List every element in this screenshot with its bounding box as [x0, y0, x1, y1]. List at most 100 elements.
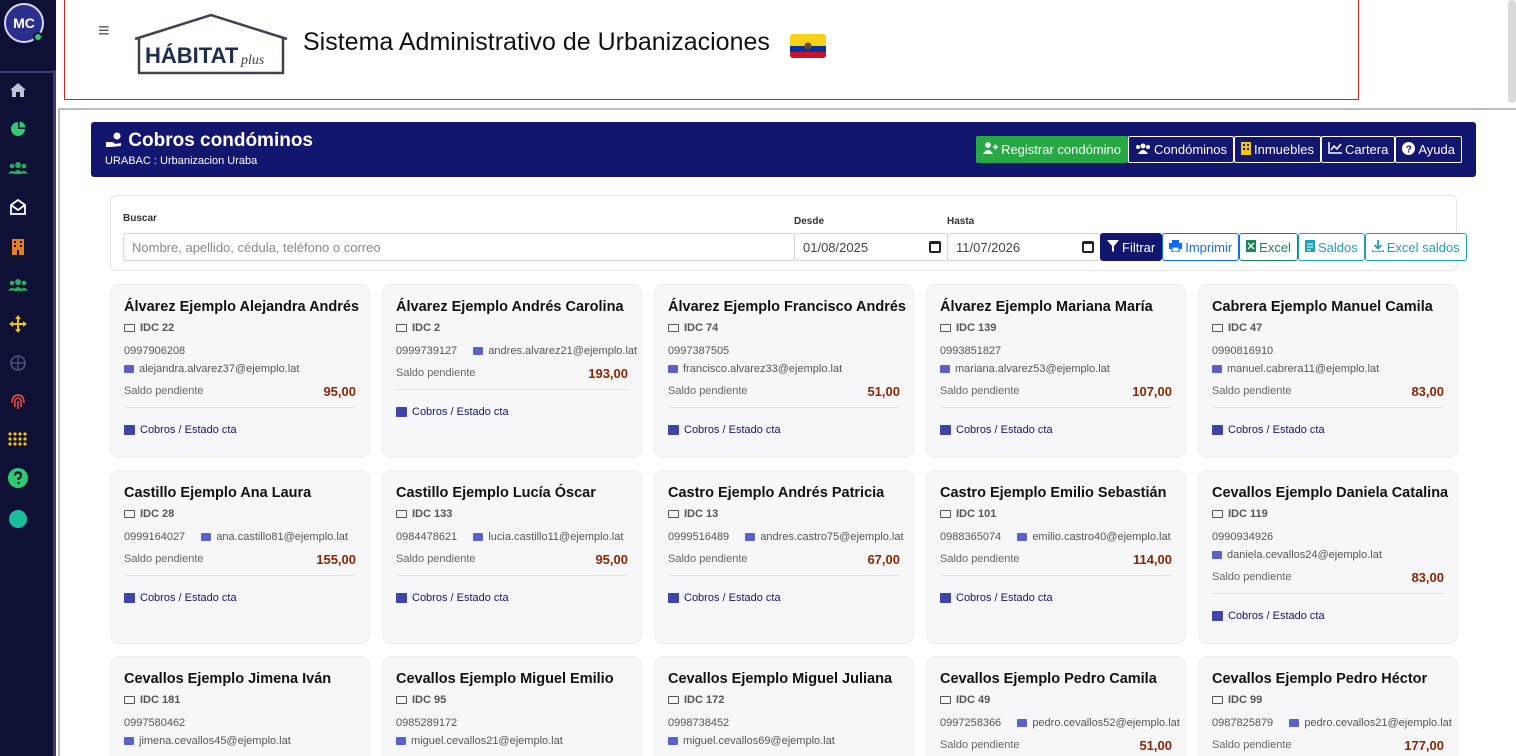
cobros-estado-label: Cobros / Estado cta: [684, 592, 781, 604]
excel-button[interactable]: Excel: [1239, 233, 1298, 261]
condomino-phone: 0985289172: [396, 717, 457, 729]
saldo-value: 155,00: [316, 552, 356, 567]
sidebar: MC: [0, 0, 56, 756]
envelope-icon: [940, 365, 950, 373]
envelope-icon: [1017, 533, 1028, 541]
saldos-button[interactable]: Saldos: [1297, 233, 1365, 261]
desde-date-input[interactable]: 01/08/2025: [794, 233, 948, 261]
ayuda-button[interactable]: ? Ayuda: [1395, 136, 1462, 163]
cash-register-icon: [668, 593, 679, 603]
idc-value: IDC 47: [1228, 322, 1263, 334]
email-value: miguel.cevallos21@ejemplo.lat: [411, 735, 563, 747]
cobros-estado-link[interactable]: Cobros / Estado cta: [668, 592, 781, 604]
app-header: ≡ HÁBITAT plus Sistema Administrativo de…: [64, 0, 1359, 100]
calendar-icon[interactable]: [929, 241, 941, 253]
idc-value: IDC 22: [140, 322, 175, 334]
cash-register-icon: [124, 593, 135, 603]
building-icon[interactable]: [8, 236, 28, 256]
fingerprint-icon[interactable]: [8, 391, 28, 411]
inmuebles-button[interactable]: Inmuebles: [1234, 136, 1321, 163]
saldo-label: Saldo pendiente: [940, 385, 1020, 397]
cash-register-icon: [1212, 611, 1223, 621]
condomino-contact: 0999164027 ana.castillo81@ejemplo.lat: [124, 531, 348, 543]
saldo-label: Saldo pendiente: [940, 553, 1020, 565]
cash-register-icon: [124, 425, 135, 435]
condomino-idc: IDC 2: [396, 322, 440, 334]
phone-value: 0990934926: [1212, 531, 1274, 543]
condomino-name: Álvarez Ejemplo Andrés Carolina: [396, 299, 624, 315]
cobros-estado-link[interactable]: Cobros / Estado cta: [124, 424, 237, 436]
condomino-idc: IDC 13: [668, 508, 718, 520]
status-dot-icon[interactable]: [8, 509, 28, 529]
condomino-card: Álvarez Ejemplo Mariana María IDC 139 0993…: [926, 284, 1186, 458]
register-condomino-button[interactable]: Registrar condómino: [976, 136, 1129, 163]
calendar-icon[interactable]: [1082, 241, 1094, 253]
cobros-estado-label: Cobros / Estado cta: [1228, 610, 1325, 622]
saldo-label: Saldo pendiente: [396, 553, 476, 565]
globe-icon[interactable]: [8, 353, 28, 373]
hand-coin-icon: [105, 131, 123, 154]
users-group-icon[interactable]: [8, 275, 28, 295]
condomino-idc: IDC 95: [396, 694, 446, 706]
condomino-idc: IDC 99: [1212, 694, 1262, 706]
cobros-estado-label: Cobros / Estado cta: [956, 592, 1053, 604]
search-input[interactable]: Nombre, apellido, cédula, teléfono o cor…: [123, 233, 795, 261]
cobros-estado-link[interactable]: Cobros / Estado cta: [396, 592, 509, 604]
cobros-estado-link[interactable]: Cobros / Estado cta: [1212, 610, 1325, 622]
cobros-estado-link[interactable]: Cobros / Estado cta: [940, 424, 1053, 436]
id-card-icon: [124, 696, 135, 704]
pie-chart-icon[interactable]: [8, 119, 28, 139]
condomino-contact: 0999516489 andres.castro75@ejemplo.lat: [668, 531, 904, 543]
condomino-idc: IDC 74: [668, 322, 718, 334]
email-value: emilio.castro40@ejemplo.lat: [1032, 531, 1171, 543]
condomino-name: Cevallos Ejemplo Pedro Camila: [940, 671, 1157, 687]
condomino-idc: IDC 28: [124, 508, 174, 520]
condomino-idc: IDC 47: [1212, 322, 1262, 334]
grid-dots-icon[interactable]: [8, 429, 28, 449]
id-card-icon: [1212, 510, 1223, 518]
cobros-estado-link[interactable]: Cobros / Estado cta: [940, 592, 1053, 604]
envelope-open-icon[interactable]: [8, 197, 28, 217]
imprimir-button[interactable]: Imprimir: [1162, 233, 1240, 261]
condominos-button[interactable]: Condóminos: [1128, 136, 1235, 163]
filtrar-button[interactable]: Filtrar: [1100, 233, 1163, 261]
condomino-idc: IDC 172: [668, 694, 724, 706]
envelope-icon: [745, 533, 756, 541]
home-icon[interactable]: [8, 80, 28, 100]
phone-value: 0999164027: [124, 531, 186, 543]
page-scrollbar[interactable]: [1508, 0, 1516, 103]
filtrar-label: Filtrar: [1122, 239, 1156, 255]
condomino-contact: 0988365074 emilio.castro40@ejemplo.lat: [940, 531, 1171, 543]
hasta-date-input[interactable]: 11/07/2026: [947, 233, 1101, 261]
download-icon: [1370, 239, 1385, 255]
condomino-card: Cevallos Ejemplo Jimena Iván IDC 181 09975…: [110, 656, 370, 756]
idc-value: IDC 181: [140, 694, 181, 706]
card-divider: [124, 575, 356, 576]
phone-value: 0993851827: [940, 345, 1002, 357]
cobros-estado-link[interactable]: Cobros / Estado cta: [1212, 424, 1325, 436]
cobros-estado-link[interactable]: Cobros / Estado cta: [668, 424, 781, 436]
condomino-phone: 0990816910: [1212, 345, 1273, 357]
file-excel-icon: [1246, 239, 1257, 255]
saldo-value: 83,00: [1411, 570, 1444, 585]
condomino-name: Castillo Ejemplo Ana Laura: [124, 485, 312, 501]
excel-saldos-button[interactable]: Excel saldos: [1364, 233, 1467, 261]
condomino-contact: 0999739127 andres.alvarez21@ejemplo.lat: [396, 345, 637, 357]
cartera-button[interactable]: Cartera: [1321, 136, 1396, 163]
idc-value: IDC 2: [412, 322, 441, 334]
menu-hamburger-icon[interactable]: ≡: [98, 20, 110, 43]
phone-value: 0997258366: [940, 717, 1002, 729]
email-value: andres.castro75@ejemplo.lat: [760, 531, 904, 543]
page-title: Cobros condóminos: [105, 130, 313, 154]
question-icon[interactable]: [8, 468, 28, 488]
saldo-value: 51,00: [867, 384, 900, 399]
arrows-move-icon[interactable]: [8, 314, 28, 334]
condomino-phone: 0998738452: [668, 717, 729, 729]
idc-value: IDC 49: [956, 694, 991, 706]
id-card-icon: [1212, 324, 1223, 332]
condomino-name: Álvarez Ejemplo Francisco Andrés: [668, 299, 906, 315]
saldo-value: 95,00: [595, 552, 628, 567]
cobros-estado-link[interactable]: Cobros / Estado cta: [396, 406, 509, 418]
cobros-estado-link[interactable]: Cobros / Estado cta: [124, 592, 237, 604]
users-icon[interactable]: [8, 158, 28, 178]
